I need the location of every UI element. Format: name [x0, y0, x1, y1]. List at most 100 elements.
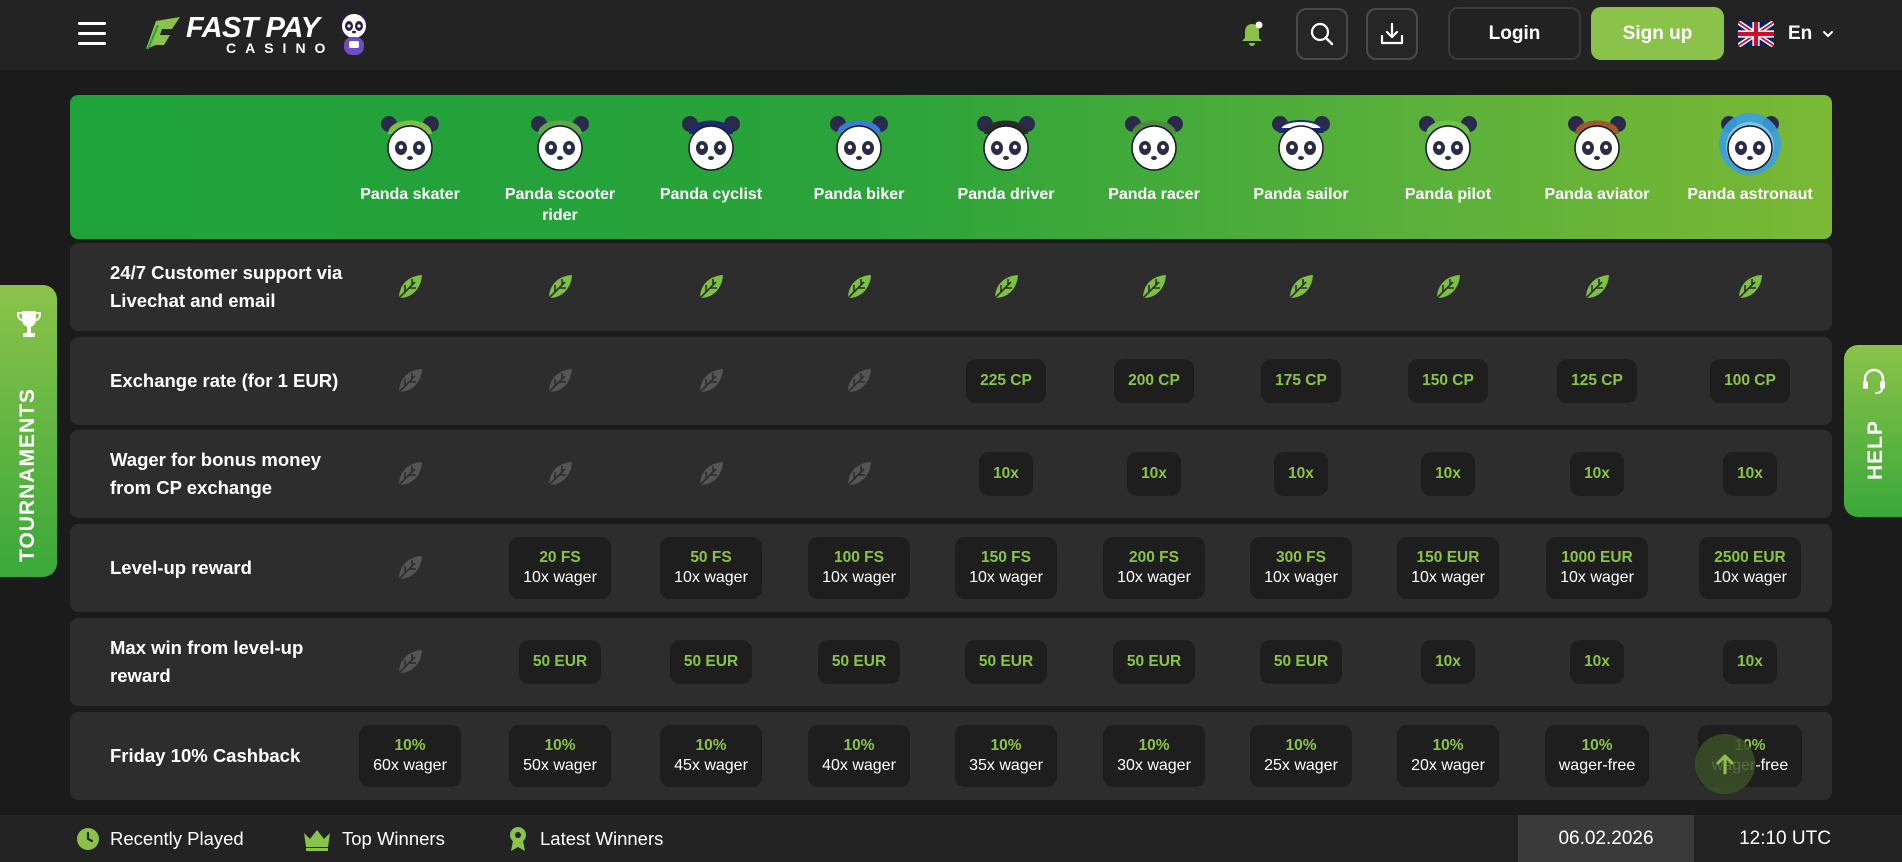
- value-badge: 200 CP: [1114, 359, 1194, 403]
- casino-logo[interactable]: FAST PAY CASINO: [142, 8, 370, 60]
- value-main: 10%: [990, 737, 1022, 754]
- table-cell: 50 EUR: [631, 618, 791, 706]
- table-cell: [779, 430, 939, 518]
- table-cell: 10% 60x wager: [330, 712, 490, 800]
- value-main: 10x: [1141, 465, 1167, 482]
- search-icon: [1310, 22, 1334, 46]
- table-cell: 10x: [926, 430, 1086, 518]
- value-main: 50 FS: [690, 549, 732, 566]
- value-badge: 10x: [1570, 452, 1624, 496]
- leaf-icon: [548, 369, 572, 393]
- value-main: 10%: [544, 737, 576, 754]
- scroll-to-top-button[interactable]: [1695, 734, 1755, 794]
- value-badge: 50 EUR: [518, 640, 602, 684]
- value-main: 200 FS: [1129, 549, 1179, 566]
- value-main: 150 FS: [981, 549, 1031, 566]
- leaf-icon: [548, 275, 572, 299]
- value-badge: 10% 25x wager: [1250, 725, 1352, 787]
- value-badge: 2500 EUR 10x wager: [1699, 537, 1801, 599]
- value-badge: 10% 45x wager: [660, 725, 762, 787]
- top-winners-link[interactable]: Top Winners: [302, 815, 445, 862]
- panda-avatar-icon: [1125, 116, 1183, 171]
- table-cell: 100 CP: [1670, 337, 1830, 425]
- table-cell: 10% 35x wager: [926, 712, 1086, 800]
- chevron-down-icon: [1823, 31, 1834, 38]
- leaf-icon: [1738, 275, 1762, 299]
- value-main: 100 CP: [1724, 372, 1776, 389]
- table-cell: [330, 430, 490, 518]
- tournaments-tab[interactable]: TOURNAMENTS: [0, 285, 57, 577]
- tier-name: Panda racer: [1108, 186, 1200, 203]
- leaf-icon: [398, 556, 422, 580]
- table-cell: 175 CP: [1221, 337, 1381, 425]
- tier-name: Panda astronaut: [1687, 186, 1813, 203]
- value-sub: 10x wager: [1411, 569, 1485, 586]
- table-cell: 125 CP: [1517, 337, 1677, 425]
- value-main: 200 CP: [1128, 372, 1180, 389]
- search-button[interactable]: [1296, 8, 1348, 60]
- value-badge: 1000 EUR 10x wager: [1546, 537, 1648, 599]
- table-cell: [330, 524, 490, 612]
- table-row: Level-up reward 20 FS 10x wager 50 FS 10x wa…: [70, 524, 1832, 612]
- value-badge: 100 CP: [1710, 359, 1790, 403]
- crown-icon: [304, 829, 330, 851]
- value-main: 10x: [1584, 653, 1610, 670]
- language-selector[interactable]: En: [1738, 16, 1834, 52]
- help-tab[interactable]: HELP: [1844, 345, 1902, 517]
- table-cell: 10x: [1368, 618, 1528, 706]
- table-cell: [1074, 243, 1234, 331]
- table-cell: 50 EUR: [480, 618, 640, 706]
- table-row: Friday 10% Cashback 10% 60x wager 10% 50x wa…: [70, 712, 1832, 800]
- table-cell: 2500 EUR 10x wager: [1670, 524, 1830, 612]
- login-button[interactable]: Login: [1448, 7, 1581, 60]
- value-badge: 50 EUR: [1259, 640, 1343, 684]
- value-sub: 10x wager: [1713, 569, 1787, 586]
- value-main: 10%: [695, 737, 727, 754]
- help-label: HELP: [1864, 419, 1887, 481]
- value-sub: 40x wager: [822, 757, 896, 774]
- table-cell: 10% 20x wager: [1368, 712, 1528, 800]
- row-label: Exchange rate (for 1 EUR): [110, 370, 339, 391]
- current-time: 12:10 UTC: [1739, 827, 1831, 849]
- value-badge: 10x: [1570, 640, 1624, 684]
- download-button[interactable]: [1366, 8, 1418, 60]
- panda-avatar-icon: [1419, 116, 1477, 171]
- table-cell: 10% 40x wager: [779, 712, 939, 800]
- value-main: 50 EUR: [1273, 653, 1329, 670]
- value-sub: 10x wager: [1264, 569, 1338, 586]
- leaf-icon: [398, 369, 422, 393]
- table-cell: [631, 430, 791, 518]
- recently-played-link[interactable]: Recently Played: [76, 815, 244, 862]
- table-cell: 50 EUR: [1074, 618, 1234, 706]
- value-main: 2500 EUR: [1714, 549, 1786, 566]
- value-main: 10%: [1432, 737, 1464, 754]
- table-cell: 50 EUR: [1221, 618, 1381, 706]
- tier-name: Panda skater: [360, 186, 460, 203]
- tournaments-label: TOURNAMENTS: [16, 388, 39, 562]
- value-main: 150 EUR: [1416, 549, 1480, 566]
- value-sub: 20x wager: [1411, 757, 1485, 774]
- value-sub: 10x wager: [822, 569, 896, 586]
- value-badge: 300 FS 10x wager: [1250, 537, 1352, 599]
- table-cell: 10x: [1517, 430, 1677, 518]
- table-cell: 10x: [1074, 430, 1234, 518]
- value-sub: 10x wager: [969, 569, 1043, 586]
- value-sub: 35x wager: [969, 757, 1043, 774]
- leaf-icon: [847, 369, 871, 393]
- bell-icon[interactable]: [1238, 20, 1266, 48]
- latest-winners-link[interactable]: Latest Winners: [506, 815, 663, 862]
- value-main: 20 FS: [539, 549, 581, 566]
- value-sub: 10x wager: [1117, 569, 1191, 586]
- table-cell: [631, 337, 791, 425]
- value-badge: 150 CP: [1408, 359, 1488, 403]
- signup-button[interactable]: Sign up: [1591, 7, 1724, 60]
- value-badge: 100 FS 10x wager: [808, 537, 910, 599]
- hamburger-line: [78, 22, 106, 25]
- row-label: Level-up reward: [110, 557, 252, 578]
- table-cell: 10x: [1221, 430, 1381, 518]
- leaf-icon: [398, 650, 422, 674]
- tier-name: Panda biker: [813, 186, 905, 203]
- hamburger-menu-button[interactable]: [78, 22, 106, 46]
- row-label: 24/7 Customer support via Livechat and e…: [110, 262, 343, 311]
- table-cell: 50 FS 10x wager: [631, 524, 791, 612]
